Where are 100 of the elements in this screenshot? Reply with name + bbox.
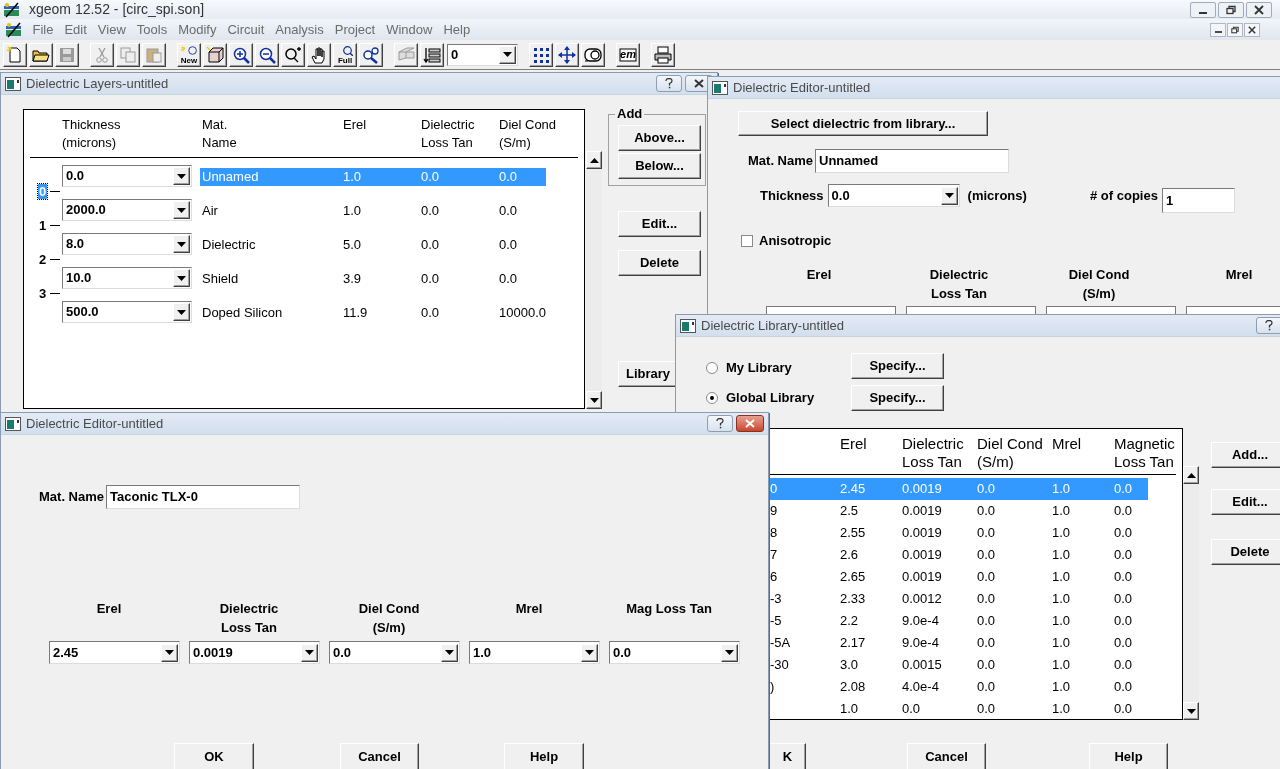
help-button[interactable] [656,75,682,92]
table-cell-text: 0.0 [498,202,519,220]
close-button[interactable] [1244,22,1260,37]
toolbar-button[interactable] [281,42,305,67]
value-dropdown[interactable]: 10.0 [62,267,192,289]
close-button[interactable] [1246,1,1272,18]
level-label[interactable]: 2 [38,252,48,267]
help-button[interactable] [707,415,733,432]
radio-button[interactable] [706,361,718,374]
toolbar-button[interactable] [359,42,383,67]
dialog-button[interactable]: Delete [618,250,701,276]
table-cell-text: 0.0 [1114,612,1134,631]
menu-item[interactable]: File [27,19,59,40]
scrollbar[interactable] [1183,466,1199,720]
toolbar-button[interactable] [203,42,227,67]
new-file-icon [6,45,24,64]
toolbar-button[interactable]: New [177,42,201,67]
toolbar-button[interactable] [581,42,605,67]
value-dropdown[interactable]: 0.0 [609,641,740,664]
text-field[interactable]: 1 [1161,188,1235,213]
toolbar-button[interactable]: Full [333,42,357,67]
scrollbar[interactable] [586,151,602,409]
dialog-button[interactable]: Delete [1211,539,1280,565]
dialog-button[interactable]: Edit... [618,211,701,237]
dialog-button[interactable]: Below... [618,153,701,179]
dialog-button[interactable]: Cancel [907,743,986,769]
checkbox[interactable] [741,234,753,247]
toolbar-button[interactable] [555,42,579,67]
table-cell-text: 0.0 [902,700,922,719]
toolbar-button[interactable] [307,42,331,67]
field-label: # of copies [1090,187,1158,205]
value-dropdown[interactable]: 0.0019 [189,641,320,664]
dialog-button[interactable]: K [769,743,806,769]
value-dropdown[interactable]: 500.0 [62,301,192,323]
level-label[interactable]: 3 [38,286,48,301]
table-cell-text: 1.0 [1052,612,1072,631]
menu-item[interactable]: View [92,19,132,40]
toolbar-button[interactable] [229,42,253,67]
minimize-button[interactable] [1210,22,1226,37]
value-dropdown[interactable]: 0.0 [329,641,460,664]
toolbar-button[interactable] [255,42,279,67]
table-cell-text: 1.0 [1052,678,1072,697]
minimize-button[interactable] [1190,1,1216,18]
radio-button[interactable] [706,391,718,404]
dialog-button[interactable]: Select dielectric from library... [738,111,988,136]
menu-item[interactable]: Help [437,19,476,40]
menu-item[interactable]: Modify [172,19,222,40]
table-cell-text: 0.0 [977,700,997,719]
menu-item[interactable]: Edit [58,19,93,40]
table-cell-text: 8 [770,524,779,543]
value-dropdown[interactable]: 0.0 [827,184,960,207]
column-header: Thickness (microns) [62,116,122,152]
menu-item[interactable]: Tools [131,19,173,40]
dialog-button[interactable]: Edit... [1211,489,1280,515]
restore-button[interactable] [1227,22,1243,37]
menu-item[interactable]: Project [329,19,381,40]
help-button[interactable] [1256,317,1280,334]
zoom-out-icon [258,45,276,64]
dialog-button[interactable]: Add... [1211,442,1280,468]
table-cell-text: 0.0 [977,678,997,697]
dialog-button[interactable]: Help [1089,743,1168,769]
caret-icon [177,207,186,213]
table-cell-text: 0.0 [1114,502,1134,521]
value-dropdown[interactable]: 0 [447,43,518,66]
dialog-button[interactable]: OK [174,743,254,769]
value-dropdown[interactable]: 8.0 [62,233,192,255]
restore-icon [1225,4,1237,15]
text-field[interactable]: Taconic TLX-0 [106,485,301,509]
menu-item[interactable]: Window [380,19,438,40]
level-label[interactable]: 1 [38,218,48,233]
toolbar-button[interactable] [420,42,444,67]
radio-label: Global Library [726,389,815,407]
table-cell-text: 3.9 [342,270,363,288]
dialog-button[interactable]: Specify... [851,353,944,379]
restore-button[interactable] [1218,1,1244,18]
toolbar-button[interactable] [3,42,27,67]
toolbar-button[interactable] [29,42,53,67]
table-cell-text: 0.0 [977,480,997,499]
tick-mark [50,258,61,261]
toolbar-button[interactable]: em [616,42,640,67]
value-dropdown[interactable]: 0.0 [62,165,192,187]
table-cell-text: 5.0 [342,236,363,254]
value-dropdown[interactable]: 2.45 [49,641,180,664]
close-icon [1247,25,1257,34]
menu-item[interactable]: Analysis [269,19,330,40]
dialog-button[interactable]: Specify... [851,385,944,411]
table-cell-text: 10000.0 [498,304,546,322]
table-cell-text: 9.0e-4 [902,634,940,653]
dialog-button[interactable]: Cancel [340,743,419,769]
menu-item[interactable]: Circuit [221,19,270,40]
dialog-button[interactable]: Above... [618,125,701,151]
value-dropdown[interactable]: 2000.0 [62,199,192,221]
toolbar-button[interactable] [529,42,553,67]
table-cell-text: 2.08 [840,678,867,697]
close-button[interactable] [736,415,764,432]
text-field[interactable]: Unnamed [815,149,1010,173]
value-dropdown[interactable]: 1.0 [469,641,600,664]
dialog-button[interactable]: Help [504,743,584,769]
toolbar-button[interactable] [651,42,675,67]
table-cell-text: 1.0 [1052,568,1072,587]
